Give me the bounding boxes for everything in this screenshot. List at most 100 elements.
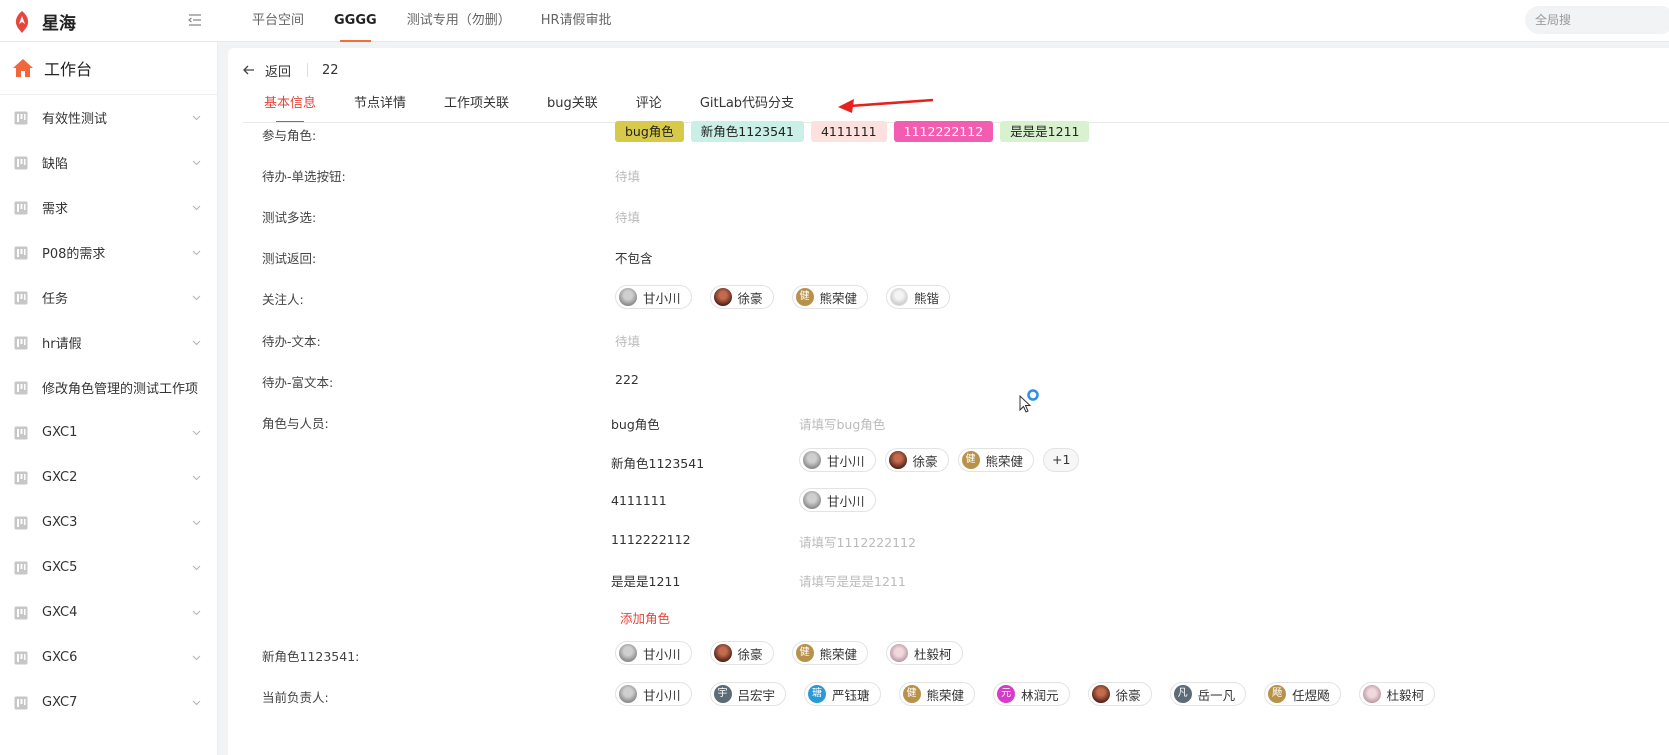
logo-icon [15, 10, 29, 33]
todo-text-value[interactable]: 待填 [615, 331, 640, 350]
sidebar-item[interactable]: GXC6 [0, 635, 217, 680]
person-chip[interactable]: 熊锴 [886, 285, 951, 309]
board-icon [14, 156, 28, 169]
role-row-people[interactable]: 请填写是是是1211 [799, 571, 906, 590]
sidebar-item[interactable]: 有效性测试 [0, 95, 217, 140]
chevron-down-icon[interactable] [192, 205, 201, 211]
person-name: 杜毅柯 [914, 646, 952, 662]
person-chip[interactable]: 甘小川 [615, 641, 692, 665]
tab-comments[interactable]: 评论 [636, 92, 662, 122]
tab-bug-links[interactable]: bug关联 [547, 92, 598, 122]
main-content: 返回 22 基本信息 节点详情 工作项关联 bug关联 评论 GitLab代码分… [228, 48, 1669, 755]
sidebar-item-label: P08的需求 [42, 247, 106, 262]
tab-basic-info[interactable]: 基本信息 [264, 92, 316, 123]
person-chip[interactable]: 宇吕宏宇 [709, 682, 787, 706]
person-chip[interactable]: 杜毅柯 [886, 641, 963, 665]
back-button[interactable]: 返回 [265, 61, 291, 80]
person-name: 甘小川 [827, 453, 865, 469]
chevron-down-icon[interactable] [192, 700, 201, 706]
chevron-down-icon[interactable] [192, 160, 201, 166]
sidebar-item[interactable]: 缺陷 [0, 140, 217, 185]
role-row-people[interactable]: 请填写bug角色 [799, 414, 885, 433]
annotation-arrow-icon [838, 98, 934, 113]
person-chip[interactable]: 徐豪 [884, 448, 949, 472]
person-chip[interactable]: 健熊荣健 [957, 448, 1035, 472]
sidebar-item[interactable]: GXC2 [0, 455, 217, 500]
person-chip[interactable]: 甘小川 [799, 448, 876, 472]
chevron-down-icon[interactable] [192, 430, 201, 436]
add-role-button[interactable]: 添加角色 [620, 608, 670, 627]
sidebar-item[interactable]: GXC1 [0, 410, 217, 455]
role-row-people[interactable]: 甘小川 徐豪 健熊荣健 +1 [799, 448, 1080, 472]
workbench-link[interactable]: 工作台 [0, 42, 217, 95]
todo-rich-text-value[interactable]: 222 [615, 372, 639, 387]
breadcrumb: 返回 22 [243, 61, 339, 80]
person-name: 林润元 [1021, 687, 1059, 703]
todo-radio-value[interactable]: 待填 [615, 166, 640, 185]
avatar [888, 451, 907, 469]
sidebar-item[interactable]: 需求 [0, 185, 217, 230]
top-tab-hr-leave[interactable]: HR请假审批 [541, 0, 612, 42]
app-logo[interactable]: 星海 [12, 9, 76, 34]
role-row-placeholder: 请填写1112222112 [799, 535, 917, 550]
more-people-badge[interactable]: +1 [1043, 448, 1080, 472]
top-tab-platform-space[interactable]: 平台空间 [252, 0, 304, 42]
person-name: 任煜飏 [1292, 687, 1330, 703]
role-row-people[interactable]: 甘小川 [799, 488, 885, 512]
person-chip[interactable]: 健熊荣健 [791, 285, 869, 309]
back-arrow-icon[interactable] [243, 65, 255, 75]
person-chip[interactable]: 健熊荣健 [898, 682, 976, 706]
sidebar-item[interactable]: hr请假 [0, 320, 217, 365]
person-chip[interactable]: 甘小川 [615, 285, 692, 309]
chevron-down-icon[interactable] [192, 520, 201, 526]
person-chip[interactable]: 徐豪 [1087, 682, 1152, 706]
board-icon [14, 606, 28, 619]
person-chip[interactable]: 元林润元 [993, 682, 1070, 706]
board-icon [14, 291, 28, 304]
person-chip[interactable]: 瑭严钰瑭 [804, 682, 881, 706]
person-chip[interactable]: 飏任煜飏 [1264, 682, 1341, 706]
person-chip[interactable]: 凡岳一凡 [1169, 682, 1247, 706]
chevron-down-icon[interactable] [192, 610, 201, 616]
avatar [713, 644, 732, 662]
chevron-down-icon[interactable] [192, 250, 201, 256]
role-tag: 新角色1123541 [690, 121, 804, 142]
test-multi-label: 测试多选: [262, 210, 317, 225]
sidebar-item[interactable]: GXC5 [0, 545, 217, 590]
global-search-input[interactable]: 全局搜 [1525, 6, 1669, 34]
person-chip[interactable]: 杜毅柯 [1358, 682, 1436, 706]
chevron-down-icon[interactable] [192, 655, 201, 661]
sidebar-item[interactable]: P08的需求 [0, 230, 217, 275]
person-chip[interactable]: 徐豪 [709, 641, 774, 665]
chevron-down-icon[interactable] [192, 340, 201, 346]
detail-tabs: 基本信息 节点详情 工作项关联 bug关联 评论 GitLab代码分支 [264, 92, 832, 123]
sidebar-item[interactable]: GXC4 [0, 590, 217, 635]
test-multi-value[interactable]: 待填 [615, 207, 640, 226]
person-name: 熊荣健 [819, 290, 858, 306]
person-chip[interactable]: 甘小川 [799, 488, 876, 512]
chevron-down-icon[interactable] [192, 115, 201, 121]
chevron-down-icon[interactable] [192, 295, 201, 301]
tab-gitlab-branches[interactable]: GitLab代码分支 [700, 92, 794, 122]
chevron-down-icon[interactable] [192, 565, 201, 571]
person-chip[interactable]: 徐豪 [709, 285, 774, 309]
role-tag: bug角色 [615, 121, 684, 142]
workbench-label: 工作台 [44, 60, 93, 79]
collapse-sidebar-icon[interactable] [188, 13, 202, 27]
person-chip[interactable]: 健熊荣健 [791, 641, 869, 665]
chevron-down-icon[interactable] [192, 475, 201, 481]
tab-node-details[interactable]: 节点详情 [354, 92, 406, 122]
tab-work-item-links[interactable]: 工作项关联 [444, 92, 509, 122]
sidebar-item[interactable]: 任务 [0, 275, 217, 320]
avatar: 元 [997, 685, 1016, 703]
top-tab-gggg[interactable]: GGGG [334, 0, 377, 42]
role-row-people[interactable]: 请填写1112222112 [799, 532, 916, 551]
sidebar-item[interactable]: GXC7 [0, 680, 217, 725]
sidebar-item[interactable]: 修改角色管理的测试工作项 [0, 365, 217, 410]
sidebar-item[interactable]: GXC3 [0, 500, 217, 545]
avatar: 健 [795, 644, 814, 662]
test-return-value[interactable]: 不包含 [615, 248, 653, 267]
person-chip[interactable]: 甘小川 [615, 682, 692, 706]
sidebar-item-label: GXC4 [42, 605, 78, 620]
top-tab-test-only[interactable]: 测试专用（勿删） [407, 0, 511, 42]
